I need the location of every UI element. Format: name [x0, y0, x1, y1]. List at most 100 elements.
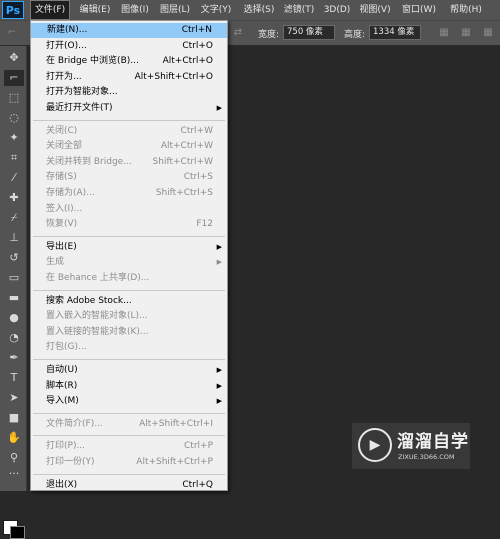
menu-10[interactable]: 帮助(H) — [444, 0, 488, 20]
play-logo-icon: ▶ — [358, 428, 392, 462]
menu-item[interactable]: 导出(E) ▶ — [31, 240, 227, 255]
shape-tool-icon[interactable]: ■ — [4, 410, 24, 426]
dodge-tool-icon[interactable]: ◔ — [4, 330, 24, 346]
menu-item[interactable]: 新建(N)... Ctrl+N — [31, 23, 227, 38]
edit-toolbar-icon[interactable]: ··· — [4, 466, 24, 482]
menu-item[interactable]: 打印一份(Y) Alt+Shift+Ctrl+P — [31, 455, 227, 470]
menu-item[interactable]: 在 Behance 上共享(D)... — [31, 271, 227, 286]
menu-item[interactable]: 搜索 Adobe Stock... — [31, 294, 227, 309]
marquee-tool-icon[interactable]: ⬚ — [4, 90, 24, 106]
menu-bar: Ps 文件(F) 编辑(E) 图像(I) 图层(L) 文字(Y) 选择(S) 滤镜(T) 3D… — [0, 0, 500, 20]
grid-overlay-icon[interactable]: ▦ — [436, 25, 452, 41]
menu-item[interactable]: 打开(O)... Ctrl+O — [31, 39, 227, 54]
crop-tool-alt-icon[interactable]: ⌗ — [4, 150, 24, 166]
magic-wand-tool-icon[interactable]: ✦ — [4, 130, 24, 146]
swap-dimensions-icon[interactable]: ⇄ — [230, 25, 246, 41]
path-selection-tool-icon[interactable]: ➤ — [4, 390, 24, 406]
menu-item-shortcut: Ctrl+N — [181, 25, 212, 35]
menu-item-label: 存储(S) — [46, 172, 77, 183]
submenu-arrow-icon: ▶ — [216, 104, 222, 112]
menu-6[interactable]: 滤镜(T) — [281, 0, 317, 20]
menu-item[interactable]: 导入(M) ▶ — [31, 394, 227, 409]
eraser-tool-icon[interactable]: ▭ — [4, 270, 24, 286]
menu-item[interactable]: 打包(G)... — [31, 340, 227, 355]
menu-item[interactable]: 退出(X) Ctrl+Q — [31, 478, 227, 493]
menu-item-label: 关闭(C) — [46, 125, 78, 136]
menu-item-label: 关闭全部 — [46, 141, 83, 152]
height-label: 高度: — [344, 30, 366, 40]
menu-item-label: 打开为智能对象... — [46, 87, 118, 98]
menu-item[interactable]: 打开为智能对象... — [31, 85, 227, 100]
menu-item-label: 打开(O)... — [46, 40, 87, 51]
submenu-arrow-icon: ▶ — [216, 366, 222, 374]
hand-tool-icon[interactable]: ✋ — [4, 430, 24, 446]
menu-9[interactable]: 窗口(W) — [399, 0, 439, 20]
menu-item[interactable]: 存储(S) Ctrl+S — [31, 170, 227, 185]
pen-tool-icon[interactable]: ✒ — [4, 350, 24, 366]
menu-item[interactable]: 签入(I)... — [31, 202, 227, 217]
menu-item[interactable]: 打印(P)... Ctrl+P — [31, 439, 227, 454]
menu-item-shortcut: Alt+Shift+Ctrl+I — [139, 418, 213, 429]
gradient-tool-icon[interactable]: ▬ — [4, 290, 24, 306]
menu-0[interactable]: 文件(F) — [30, 0, 70, 20]
menu-item[interactable]: 脚本(R) ▶ — [31, 379, 227, 394]
eyedropper-tool-icon[interactable]: ⁄ — [4, 170, 24, 186]
history-brush-tool-icon[interactable]: ↺ — [4, 250, 24, 266]
menu-item-label: 打开为... — [46, 71, 82, 82]
crop-settings-icon[interactable]: ▦ — [458, 25, 474, 41]
clone-stamp-tool-icon[interactable]: ⊥ — [4, 230, 24, 246]
crop-tool-preset-icon[interactable]: ⌐ — [4, 25, 20, 41]
menu-item[interactable]: 在 Bridge 中浏览(B)... Alt+Ctrl+O — [31, 54, 227, 69]
menu-item-shortcut: Ctrl+W — [180, 125, 213, 136]
menu-item-shortcut: Ctrl+S — [183, 172, 213, 183]
healing-brush-tool-icon[interactable]: ✚ — [4, 190, 24, 206]
menu-item[interactable]: 恢复(V) F12 — [31, 217, 227, 232]
menu-item-label: 文件简介(F)... — [46, 418, 103, 429]
menu-item-shortcut: Alt+Ctrl+W — [160, 141, 213, 152]
type-tool-icon[interactable]: T — [4, 370, 24, 386]
submenu-arrow-icon: ▶ — [216, 242, 222, 251]
tools-panel: ✥ ⌐ ⬚ ◌ ✦ ⌗ ⁄ ✚ ⌿ ⊥ ↺ ▭ ▬ ● ◔ ✒ T ➤ ■ ✋ … — [0, 46, 27, 539]
width-field[interactable]: 750 像素 — [283, 25, 335, 40]
menu-4[interactable]: 文字(Y) — [197, 0, 235, 20]
menu-item[interactable]: 生成 ▶ — [31, 255, 227, 270]
menu-item[interactable]: 最近打开文件(T) ▶ — [31, 101, 227, 116]
menu-5[interactable]: 选择(S) — [240, 0, 278, 20]
menu-item-label: 生成 — [46, 257, 65, 268]
menu-item[interactable]: 存储为(A)... Shift+Ctrl+S — [31, 186, 227, 201]
menu-item[interactable]: 关闭并转到 Bridge... Shift+Ctrl+W — [31, 155, 227, 170]
menu-8[interactable]: 视图(V) — [356, 0, 394, 20]
menu-separator — [33, 289, 225, 291]
lasso-tool-icon[interactable]: ◌ — [4, 110, 24, 126]
menu-separator — [33, 435, 225, 437]
menu-item-label: 置入链接的智能对象(K)... — [46, 326, 149, 337]
menu-3[interactable]: 图层(L) — [157, 0, 193, 20]
menu-1[interactable]: 编辑(E) — [76, 0, 114, 20]
menu-separator — [33, 119, 225, 121]
zoom-tool-icon[interactable]: ⚲ — [4, 450, 24, 466]
menu-item-label: 打印(P)... — [46, 441, 86, 452]
menu-item[interactable]: 打开为... Alt+Shift+Ctrl+O — [31, 70, 227, 85]
menu-item-shortcut: Alt+Shift+Ctrl+P — [136, 457, 213, 467]
menu-item[interactable]: 关闭(C) Ctrl+W — [31, 124, 227, 139]
menu-item-label: 存储为(A)... — [46, 188, 95, 198]
crop-tool-icon[interactable]: ⌐ — [4, 70, 24, 86]
move-tool-icon[interactable]: ✥ — [4, 50, 24, 66]
watermark: ▶ 溜溜自学 ZIXUE.3D66.COM — [352, 423, 470, 469]
photoshop-logo[interactable]: Ps — [2, 1, 24, 19]
crop-options-icon[interactable]: ▦ — [480, 25, 496, 41]
brush-tool-icon[interactable]: ⌿ — [4, 210, 24, 226]
menu-item[interactable]: 自动(U) ▶ — [31, 363, 227, 378]
blur-tool-icon[interactable]: ● — [4, 310, 24, 326]
menu-7[interactable]: 3D(D) — [322, 0, 352, 20]
menu-item[interactable]: 文件简介(F)... Alt+Shift+Ctrl+I — [31, 417, 227, 432]
menu-item-shortcut: Alt+Ctrl+O — [162, 56, 213, 67]
menu-item[interactable]: 置入链接的智能对象(K)... — [31, 325, 227, 340]
height-field[interactable]: 1334 像素 — [369, 25, 421, 40]
menu-item[interactable]: 关闭全部 Alt+Ctrl+W — [31, 139, 227, 154]
menu-2[interactable]: 图像(I) — [117, 0, 153, 20]
menu-item-label: 脚本(R) — [46, 380, 78, 391]
menu-item[interactable]: 置入嵌入的智能对象(L)... — [31, 309, 227, 324]
background-color-swatch[interactable] — [10, 526, 25, 539]
menu-item-shortcut: Shift+Ctrl+W — [152, 156, 213, 167]
